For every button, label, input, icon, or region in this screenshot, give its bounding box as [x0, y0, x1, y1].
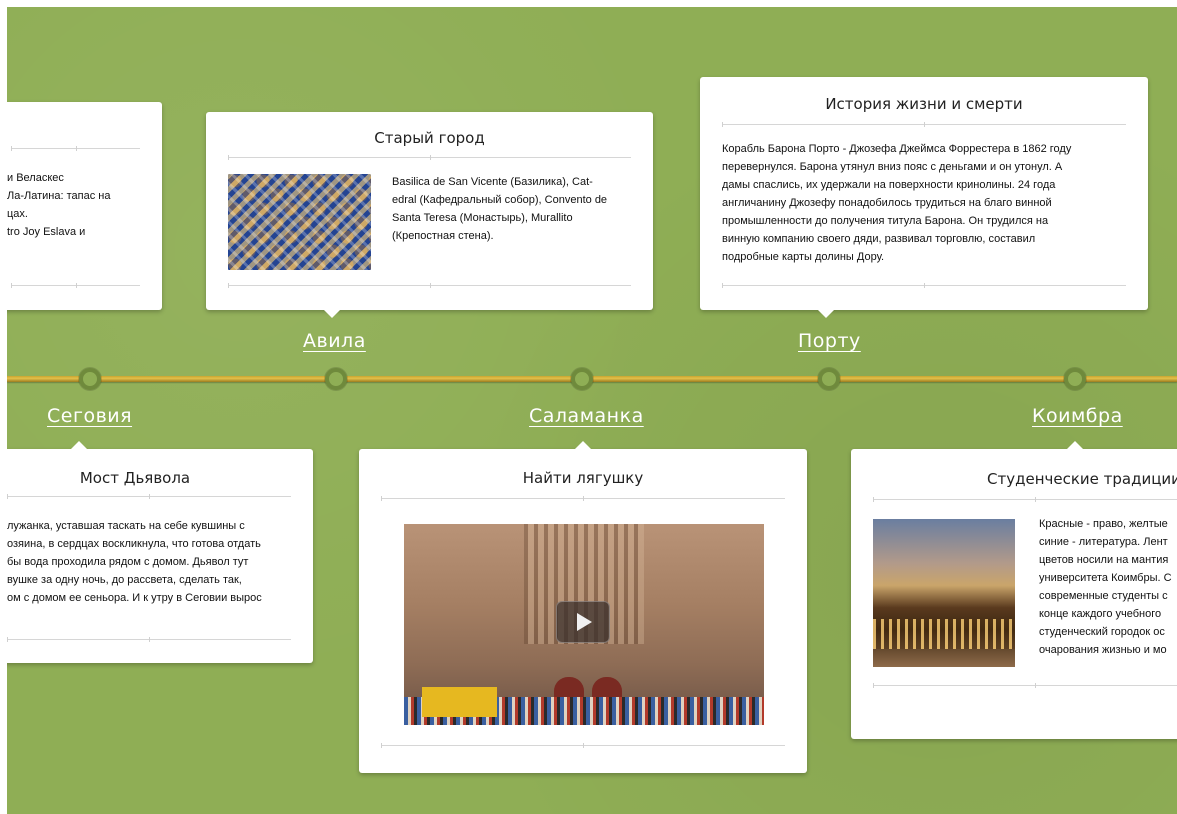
card-pointer [1067, 441, 1083, 449]
timeline-node[interactable] [571, 368, 593, 390]
card-pointer [575, 441, 591, 449]
card-top-rule [228, 155, 631, 160]
card-coimbra[interactable]: Студенческие традиции Красные - право, ж… [851, 441, 1177, 739]
timeline-stage: и Веласкес Ла-Латина: тапас на цах. tro … [7, 7, 1177, 814]
city-link-avila[interactable]: Авила [303, 330, 366, 352]
timeline-node[interactable] [325, 368, 347, 390]
card-segovia-text: лужанка, уставшая таскать на себе кувшин… [7, 517, 307, 607]
text-line: озяина, в сердцах воскликнула, что готов… [7, 538, 261, 550]
text-line: Basilica de San Vicente (Базилика), Cat- [392, 176, 593, 188]
text-line: очарования жизнью и мо [1039, 644, 1167, 656]
card-top-rule [873, 497, 1177, 502]
city-link-coimbra[interactable]: Коимбра [1032, 405, 1123, 427]
city-link-segovia[interactable]: Сеговия [47, 405, 132, 427]
text-line: цах. [7, 208, 28, 220]
card-bottom-rule [228, 283, 631, 288]
city-night-photo [873, 519, 1015, 667]
card-top-rule [381, 496, 785, 501]
text-line: современные студенты с [1039, 590, 1168, 602]
card-bottom-rule [722, 283, 1126, 288]
text-line: Красные - право, желтые [1039, 518, 1168, 530]
card-title: Найти лягушку [522, 469, 644, 487]
card-avila-text: Basilica de San Vicente (Базилика), Cat-… [392, 173, 642, 245]
city-link-porto[interactable]: Порту [798, 330, 861, 352]
card-coimbra-text: Красные - право, желтые синие - литерату… [1039, 515, 1177, 659]
card-madrid-text: и Веласкес Ла-Латина: тапас на цах. tro … [7, 169, 157, 241]
truck-image [422, 687, 497, 717]
text-line: подробные карты долины Дору. [722, 251, 885, 263]
text-line: университета Коимбры. С [1039, 572, 1172, 584]
text-line: (Крепостная стена). [392, 230, 494, 242]
video-player[interactable] [404, 524, 764, 725]
card-porto[interactable]: История жизни и смерти Корабль Барона По… [700, 77, 1148, 318]
text-line: вушке за одну ночь, до рассвета, сделать… [7, 574, 242, 586]
text-line: студенческий городок ос [1039, 626, 1165, 638]
text-line: tro Joy Eslava и [7, 226, 86, 238]
azulejo-tiles-image [228, 174, 371, 270]
text-line: бы вода проходила рядом с домом. Дьявол … [7, 556, 249, 568]
text-line: винную компанию своего дяди, развивал то… [722, 233, 1036, 245]
card-segovia[interactable]: Мост Дьявола лужанка, уставшая таскать н… [7, 441, 313, 663]
text-line: Корабль Барона Порто - Джозефа Джеймса Ф… [722, 143, 1072, 155]
text-line: Ла-Латина: тапас на [7, 190, 111, 202]
card-salamanca[interactable]: Найти лягушку [359, 441, 807, 773]
card-title: Студенческие традиции [987, 470, 1177, 488]
card-porto-text: Корабль Барона Порто - Джозефа Джеймса Ф… [722, 140, 1132, 266]
card-madrid[interactable]: и Веласкес Ла-Латина: тапас на цах. tro … [7, 102, 162, 310]
play-icon[interactable] [556, 601, 610, 643]
text-line: edral (Кафедральный собор), Convento de [392, 194, 608, 206]
card-title: История жизни и смерти [825, 95, 1023, 113]
card-pointer [71, 441, 87, 449]
card-top-rule [11, 146, 140, 151]
card-avila[interactable]: Старый город Basilica de San Vicente (Ба… [206, 112, 653, 318]
timeline-node[interactable] [79, 368, 101, 390]
text-line: Santa Teresa (Монастырь), Murallito [392, 212, 573, 224]
card-bottom-rule [873, 683, 1177, 688]
card-top-rule [7, 494, 291, 499]
text-line: лужанка, уставшая таскать на себе кувшин… [7, 520, 245, 532]
text-line: цветов носили на мантия [1039, 554, 1169, 566]
text-line: синие - литература. Лент [1039, 536, 1168, 548]
card-bottom-rule [11, 283, 140, 288]
text-line: промышленности до получения титула Барон… [722, 215, 1049, 227]
card-bottom-rule [7, 637, 291, 642]
text-line: и Веласкес [7, 172, 64, 184]
card-title: Старый город [374, 129, 485, 147]
card-pointer [818, 310, 834, 318]
timeline-node[interactable] [1064, 368, 1086, 390]
text-line: англичанину Джозефу понадобилось трудить… [722, 197, 1052, 209]
card-title: Мост Дьявола [79, 469, 191, 487]
text-line: конце каждого учебного [1039, 608, 1162, 620]
timeline-node[interactable] [818, 368, 840, 390]
text-line: ом с домом ее сеньора. И к утру в Сегови… [7, 592, 262, 604]
city-link-salamanca[interactable]: Саламанка [529, 405, 644, 427]
text-line: перевернулся. Барона утянул вниз пояс с … [722, 161, 1063, 173]
card-bottom-rule [381, 743, 785, 748]
card-pointer [324, 310, 340, 318]
card-top-rule [722, 122, 1126, 127]
text-line: дамы спаслись, их удержали на поверхност… [722, 179, 1056, 191]
